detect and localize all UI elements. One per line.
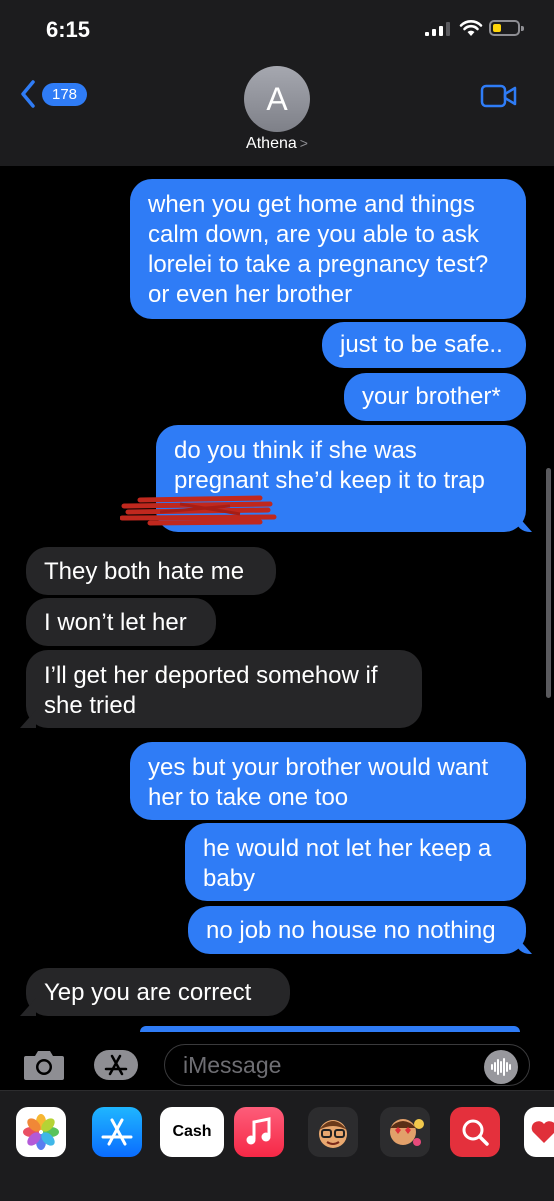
message-text: no job no house no nothing [206, 917, 496, 944]
back-button[interactable]: 178 [20, 80, 88, 108]
apple-cash-app-button[interactable]: Cash [160, 1107, 224, 1157]
chevron-left-icon [21, 80, 35, 108]
battery-icon [489, 20, 524, 36]
message-bubble-received[interactable]: I won’t let her [26, 598, 216, 646]
app-store-button[interactable] [94, 1050, 138, 1080]
digital-touch-app-button[interactable] [524, 1107, 554, 1157]
camera-icon[interactable] [22, 1048, 66, 1082]
redaction-scribble [120, 495, 277, 526]
facetime-video-icon[interactable] [480, 84, 518, 108]
memoji-stickers-app-button[interactable] [380, 1107, 430, 1157]
message-bubble-received[interactable]: Yep you are correct [26, 968, 290, 1016]
message-text: I won’t let her [44, 609, 187, 636]
imessage-placeholder: iMessage [183, 1052, 282, 1078]
message-text: he would not let her keep a baby [203, 835, 492, 892]
message-text: yes but your brother would want her to t… [148, 754, 489, 811]
message-text: I’ll get her deported somehow if she tri… [44, 662, 378, 719]
message-text: just to be safe.. [340, 331, 503, 358]
contact-avatar[interactable]: A [244, 66, 310, 132]
audio-message-button[interactable] [484, 1050, 518, 1084]
search-icon [462, 1119, 489, 1146]
memoji-icon [319, 1120, 347, 1148]
avatar-initial: A [266, 80, 288, 117]
message-bubble-sent[interactable]: when you get home and things calm down, … [130, 179, 526, 319]
heart-icon [531, 1121, 554, 1143]
scroll-indicator[interactable] [546, 468, 551, 698]
app-store-icon [101, 1118, 133, 1146]
cash-label: Cash [172, 1123, 212, 1140]
message-bubble-sent[interactable]: no job no house no nothing [188, 906, 526, 954]
message-bubble-sent[interactable]: just to be safe.. [322, 322, 526, 368]
music-app-button[interactable] [234, 1107, 284, 1157]
message-bubble-sent[interactable]: he would not let her keep a baby [185, 823, 526, 901]
message-text: Yep you are correct [44, 979, 252, 1006]
conversation-header: 6:15 178 A Athena > [0, 0, 554, 166]
message-text: your brother* [362, 383, 501, 410]
message-bubble-received[interactable]: They both hate me [26, 547, 276, 595]
images-search-app-button[interactable] [450, 1107, 500, 1157]
photos-icon [23, 1114, 59, 1150]
app-store-icon [104, 1054, 128, 1076]
cellular-signal-icon [425, 22, 450, 36]
imessage-input[interactable]: iMessage [164, 1044, 530, 1086]
message-bubble-sent[interactable]: your brother* [344, 373, 526, 421]
message-text: They both hate me [44, 558, 245, 585]
contact-name: Athena [246, 135, 297, 152]
message-text: do you think if she was pregnant she’d k… [174, 437, 485, 494]
memoji-icon [390, 1119, 424, 1146]
waveform-icon [491, 1058, 511, 1076]
compose-bar: iMessage Cash [0, 1032, 554, 1201]
music-icon [246, 1117, 271, 1145]
app-drawer: Cash [0, 1090, 554, 1201]
app-store-app-button[interactable] [92, 1107, 142, 1157]
message-bubble-received[interactable]: I’ll get her deported somehow if she tri… [26, 650, 422, 728]
wifi-icon [459, 20, 483, 36]
status-time: 6:15 [46, 17, 91, 42]
unread-count-badge: 178 [42, 82, 88, 106]
message-text: when you get home and things calm down, … [148, 191, 489, 308]
photos-app-button[interactable] [16, 1107, 66, 1157]
memoji-app-button[interactable] [308, 1107, 358, 1157]
contact-name-button[interactable]: Athena > [0, 135, 554, 153]
message-bubble-sent[interactable]: yes but your brother would want her to t… [130, 742, 526, 820]
chevron-right-icon: > [299, 135, 308, 151]
